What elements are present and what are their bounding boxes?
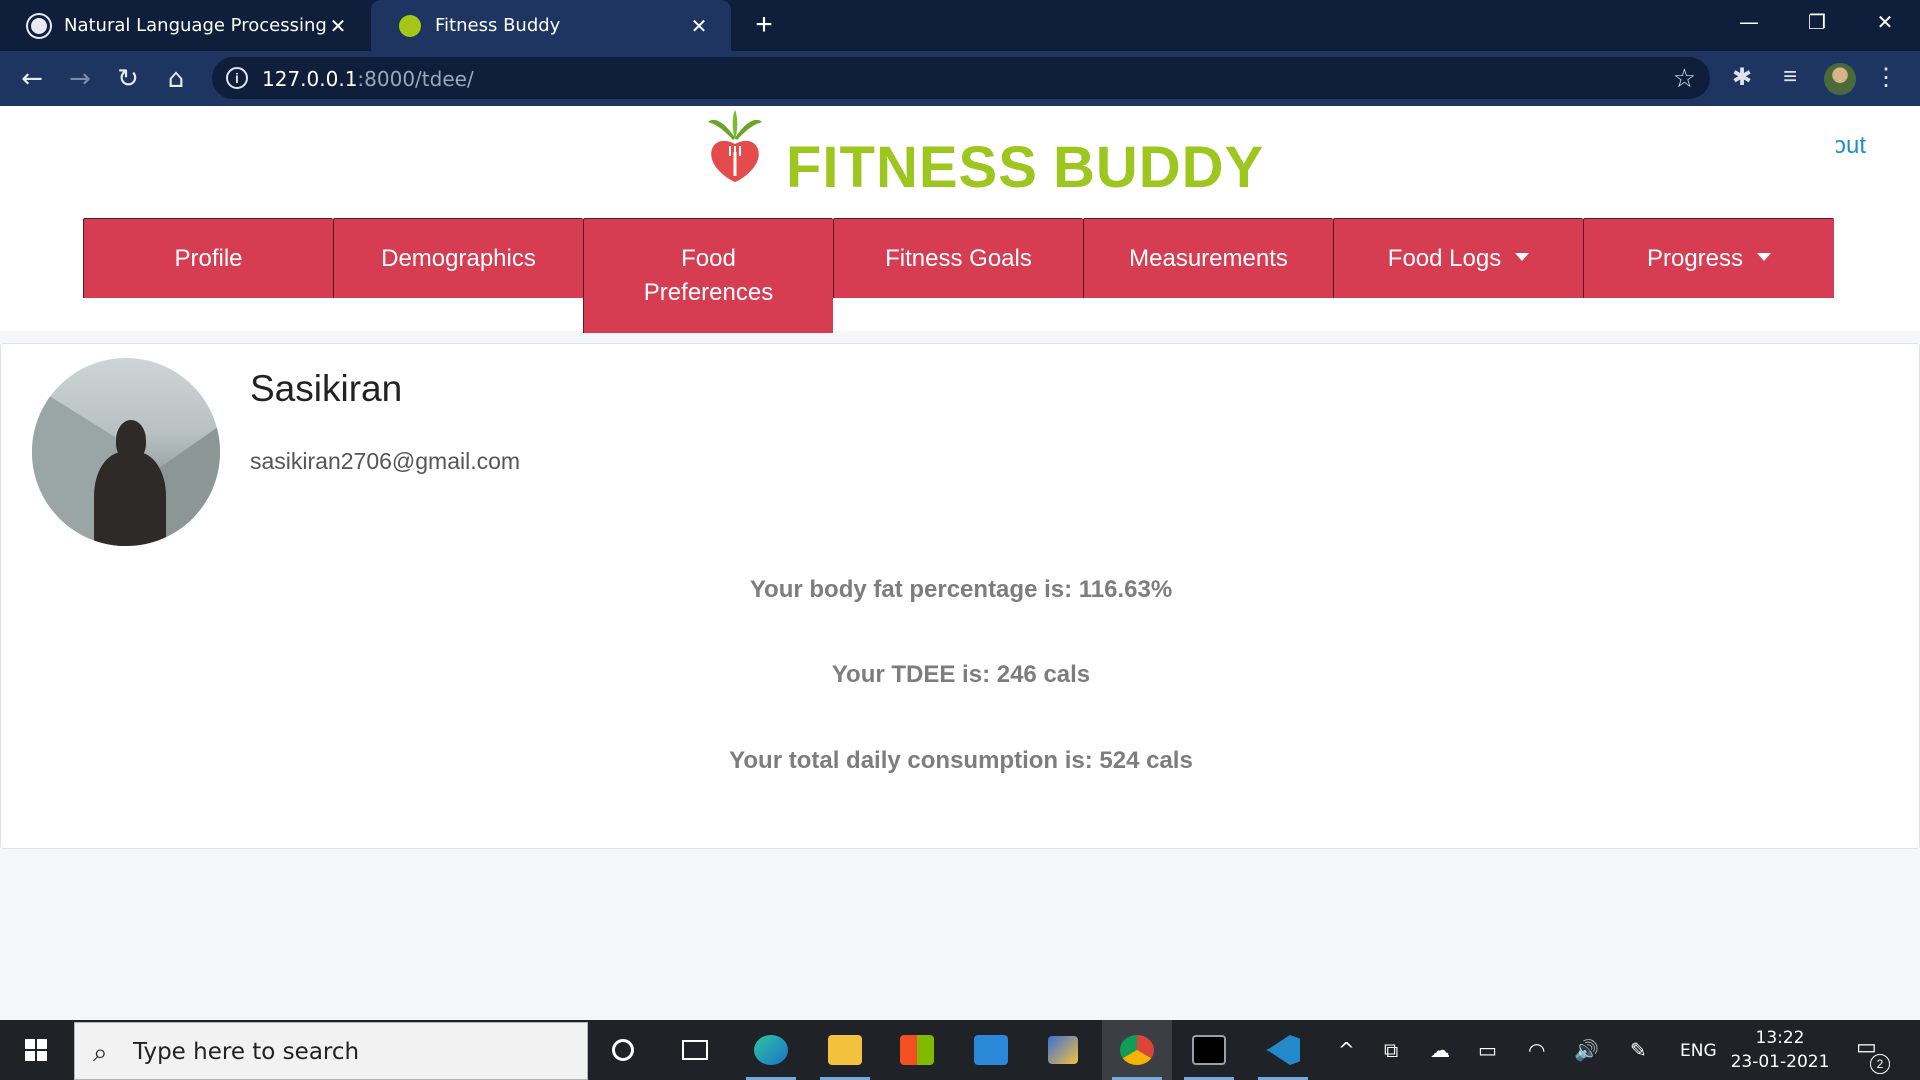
browser-profile-avatar[interactable] — [1824, 63, 1856, 95]
windows-taskbar: ⌕ Type here to search ^ ⧉ ☁ ▭ ◠ 🔊 ✎ ENG — [0, 1020, 1920, 1080]
new-tab-button[interactable]: + — [748, 8, 780, 42]
url-text[interactable]: 127.0.0.1:8000/tdee/ — [262, 67, 474, 91]
address-toolbar: ← → ↻ ⌂ i 127.0.0.1:8000/tdee/ ☆ ✱ ≡ ⋮ — [0, 51, 1920, 106]
folder-glyph — [828, 1035, 862, 1065]
nav-label: Fitness Goals — [885, 244, 1032, 272]
page-viewport: FITNESS BUDDY Logout Profile Demographic… — [0, 106, 1920, 1020]
mail-glyph — [974, 1035, 1008, 1065]
vscode-glyph — [1266, 1035, 1300, 1065]
address-bar[interactable]: i 127.0.0.1:8000/tdee/ ☆ — [212, 57, 1710, 99]
media-queue-icon[interactable]: ≡ — [1774, 63, 1806, 91]
body-fat-stat: Your body fat percentage is: 116.63% — [749, 576, 1173, 603]
nav-label: Food Logs — [1387, 244, 1502, 272]
restore-button[interactable]: ❐ — [1782, 0, 1852, 44]
taskbar-search-box[interactable]: ⌕ Type here to search — [74, 1022, 588, 1080]
globe-icon — [28, 14, 50, 37]
taskbar-clock[interactable]: 13:22 23-01-2021 — [1720, 1026, 1840, 1074]
store-glyph — [900, 1035, 934, 1065]
brand-word-fitness[interactable]: FITNESS — [786, 134, 1038, 201]
edge-glyph — [754, 1035, 788, 1065]
tab-title: Natural Language Processing — [64, 15, 327, 36]
language-indicator[interactable]: ENG — [1680, 1041, 1717, 1061]
network-glyph — [1048, 1036, 1078, 1064]
tab-fitness-buddy[interactable]: Fitness Buddy ✕ — [371, 0, 731, 51]
logout-label: Logout — [1836, 132, 1866, 159]
search-placeholder: Type here to search — [133, 1039, 360, 1065]
onedrive-cloud-icon[interactable]: ☁ — [1430, 1038, 1450, 1062]
logout-link[interactable]: Logout — [1836, 132, 1866, 160]
fitness-buddy-favicon — [399, 14, 421, 37]
tdee-stat: Your TDEE is: 246 cals — [831, 661, 1091, 688]
close-tab-icon[interactable]: ✕ — [328, 14, 348, 38]
pen-workspace-icon[interactable]: ✎ — [1630, 1038, 1647, 1062]
start-button[interactable] — [0, 1020, 72, 1080]
edge-browser-icon[interactable] — [736, 1020, 806, 1080]
main-nav: Profile Demographics Food Preferences Fi… — [83, 218, 1834, 333]
terminal-icon[interactable] — [1174, 1020, 1244, 1080]
forward-arrow-icon[interactable]: → — [62, 61, 98, 97]
nav-label: Profile — [174, 244, 243, 272]
network-app-icon[interactable] — [1028, 1020, 1098, 1080]
cortana-icon[interactable] — [588, 1020, 658, 1080]
profile-card: Sasikiran sasikiran2706@gmail.com Your b… — [0, 343, 1920, 849]
microsoft-store-icon[interactable] — [882, 1020, 952, 1080]
nav-label: Progress — [1646, 244, 1744, 272]
vscode-icon[interactable] — [1248, 1020, 1318, 1080]
nav-profile[interactable]: Profile — [83, 218, 333, 298]
task-view-glyph — [682, 1040, 708, 1060]
site-info-icon[interactable]: i — [226, 67, 248, 89]
strawberry-logo-icon[interactable] — [704, 108, 766, 184]
show-hidden-icons-chevron-icon[interactable]: ^ — [1338, 1038, 1355, 1062]
mail-icon[interactable] — [956, 1020, 1026, 1080]
daily-consumption-stat: Your total daily consumption is: 524 cal… — [729, 747, 1193, 774]
browser-tab-strip: Natural Language Processing ✕ Fitness Bu… — [0, 0, 1920, 51]
volume-icon[interactable]: 🔊 — [1574, 1038, 1599, 1062]
tab-natural-language-processing[interactable]: Natural Language Processing ✕ — [0, 0, 370, 51]
cortana-ring — [612, 1039, 634, 1061]
clock-date: 23-01-2021 — [1730, 1052, 1830, 1072]
back-arrow-icon[interactable]: ← — [14, 61, 50, 97]
user-name: Sasikiran — [250, 368, 403, 409]
site-header: FITNESS BUDDY Logout Profile Demographic… — [0, 106, 1920, 333]
task-view-icon[interactable] — [660, 1020, 730, 1080]
nav-label: Measurements — [1129, 244, 1288, 272]
home-icon[interactable]: ⌂ — [158, 61, 194, 97]
windows-logo-icon — [25, 1039, 47, 1061]
caret-down-icon — [1515, 252, 1530, 261]
avatar-figure — [94, 452, 166, 546]
extensions-puzzle-icon[interactable]: ✱ — [1726, 63, 1758, 92]
battery-icon[interactable]: ▭ — [1478, 1038, 1497, 1062]
user-email: sasikiran2706@gmail.com — [250, 448, 521, 474]
nav-fitness-goals[interactable]: Fitness Goals — [833, 218, 1083, 298]
nav-food-preferences[interactable]: Food Preferences — [583, 218, 833, 333]
terminal-glyph — [1192, 1035, 1226, 1065]
nav-progress-dropdown[interactable]: Progress — [1583, 218, 1834, 298]
tab-title: Fitness Buddy — [435, 15, 561, 36]
nav-label: Food Preferences — [643, 245, 774, 306]
bookmark-star-icon[interactable]: ☆ — [1673, 63, 1696, 94]
wifi-icon[interactable]: ◠ — [1528, 1038, 1545, 1062]
brand-word-buddy[interactable]: BUDDY — [1053, 134, 1264, 201]
search-icon: ⌕ — [93, 1037, 108, 1067]
nav-food-logs-dropdown[interactable]: Food Logs — [1333, 218, 1583, 298]
url-host: 127.0.0.1 — [262, 67, 358, 91]
nav-demographics[interactable]: Demographics — [333, 218, 583, 298]
close-tab-icon[interactable]: ✕ — [689, 14, 709, 38]
reload-icon[interactable]: ↻ — [110, 61, 146, 97]
url-path: :8000/tdee/ — [357, 67, 474, 91]
meet-now-icon[interactable]: ⧉ — [1384, 1038, 1398, 1062]
chrome-glyph — [1120, 1035, 1154, 1065]
caret-down-icon — [1757, 252, 1772, 261]
chrome-icon[interactable] — [1102, 1020, 1172, 1080]
file-explorer-icon[interactable] — [810, 1020, 880, 1080]
minimize-button[interactable]: — — [1714, 0, 1784, 44]
browser-menu-icon[interactable]: ⋮ — [1870, 63, 1902, 92]
user-avatar — [32, 358, 220, 546]
nav-measurements[interactable]: Measurements — [1083, 218, 1333, 298]
clock-time: 13:22 — [1755, 1028, 1805, 1048]
close-window-button[interactable]: ✕ — [1850, 0, 1920, 44]
avatar-figure-head — [116, 420, 146, 460]
notification-count-badge: 2 — [1870, 1054, 1890, 1074]
nav-label: Demographics — [381, 244, 536, 272]
